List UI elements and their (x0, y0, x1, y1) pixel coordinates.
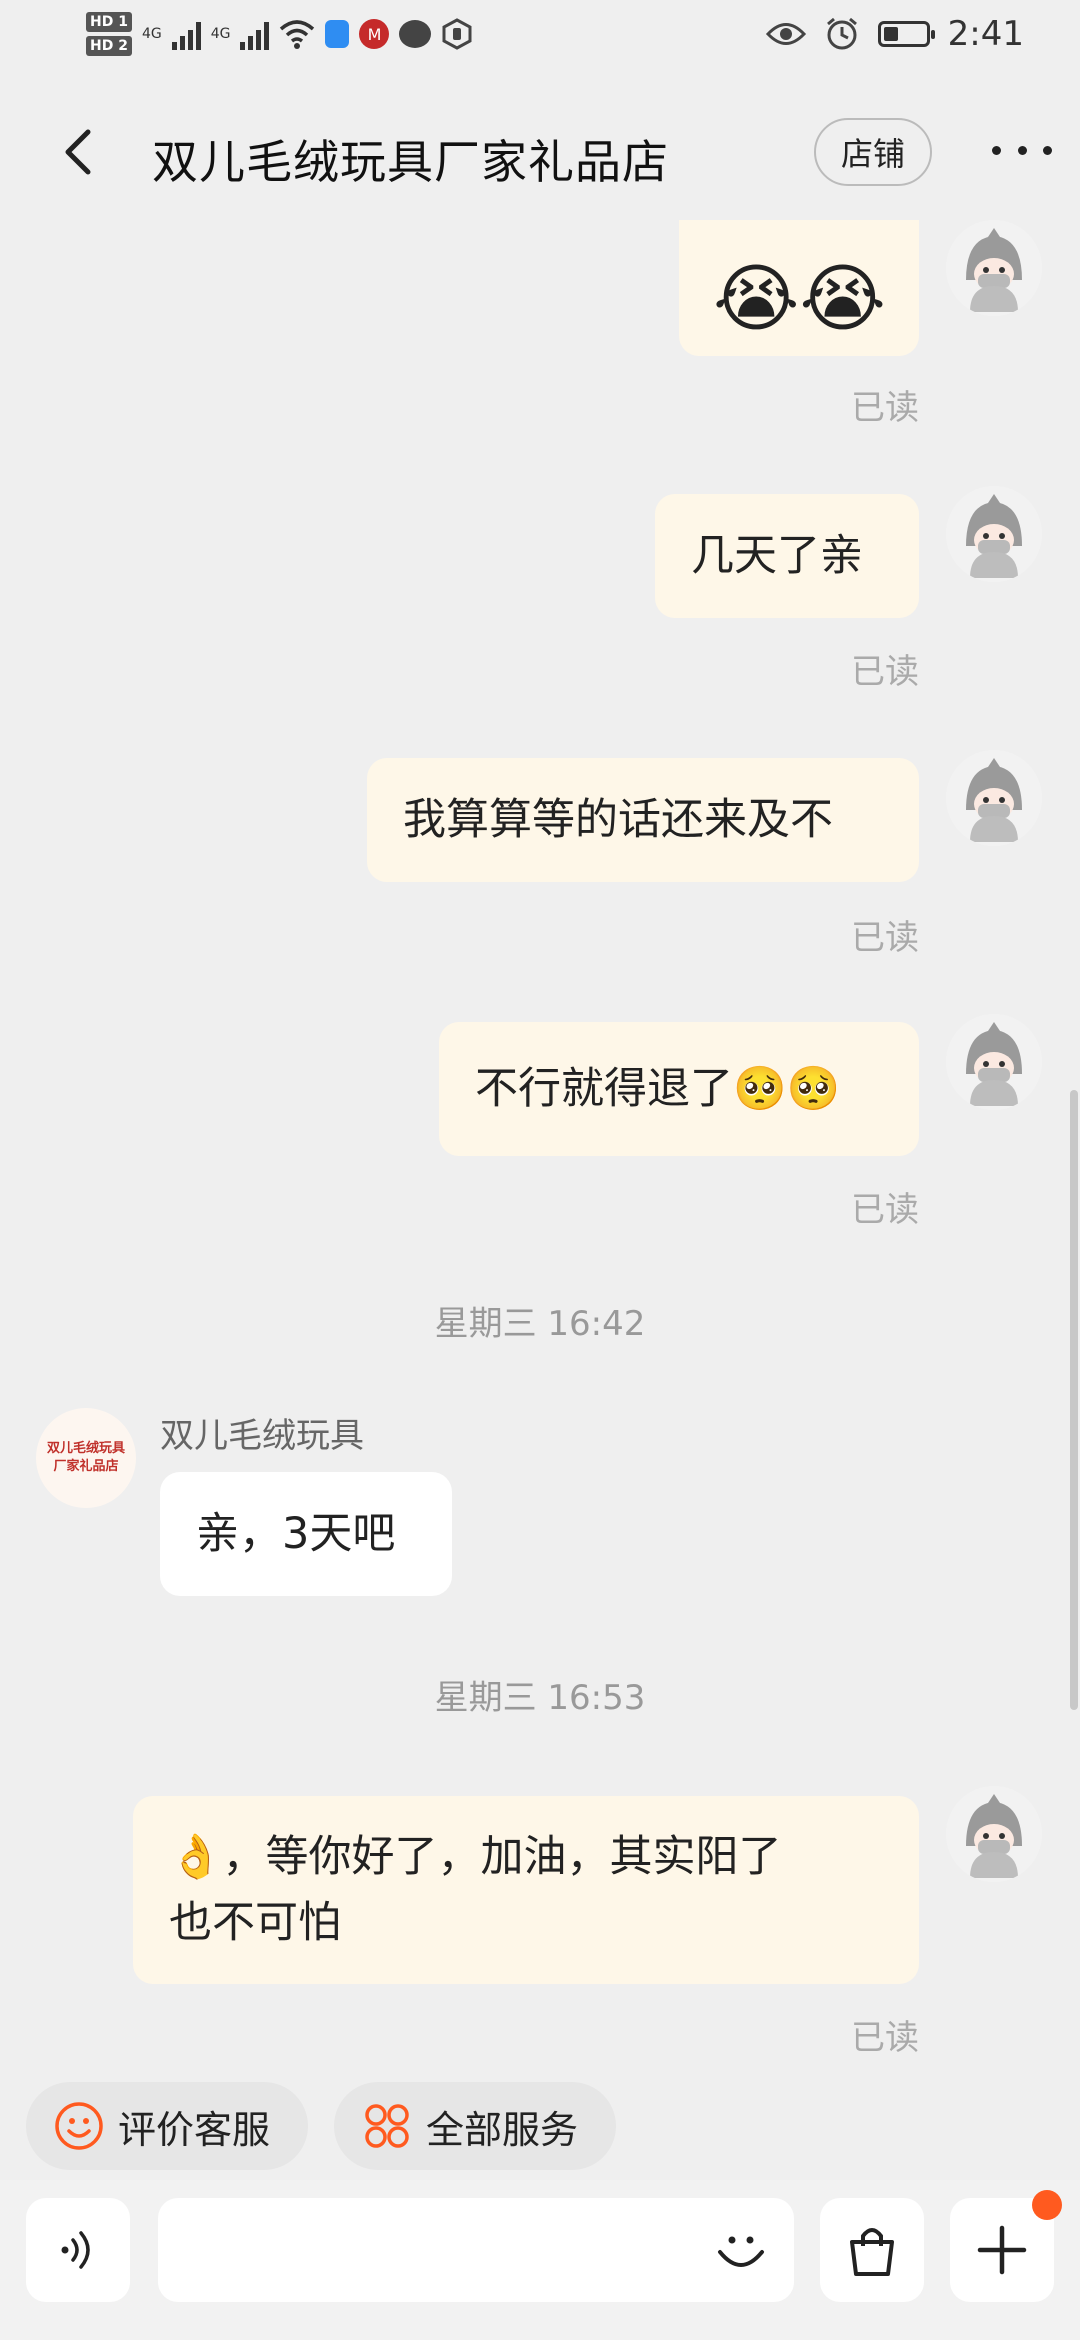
message-bubble-incoming[interactable]: 亲，3天吧 (160, 1472, 452, 1596)
network2-label: 4G (210, 26, 231, 42)
timestamp: 星期三 16:53 (434, 1678, 646, 1718)
signal-icon (171, 18, 201, 50)
all-services-button[interactable]: 全部服务 (334, 2082, 616, 2170)
message-bubble-outgoing[interactable]: 😭😭 (679, 220, 919, 356)
shop-button[interactable]: 店铺 (814, 118, 932, 186)
sim2-badge: HD 2 (86, 36, 132, 56)
rate-service-button[interactable]: 评价客服 (26, 2082, 308, 2170)
plus-icon (977, 2225, 1027, 2275)
alarm-icon (826, 17, 857, 50)
sim1-badge: HD 1 (86, 12, 132, 32)
message-text-line: 👌，等你好了，加油，其实阳了 (169, 1832, 782, 1882)
read-status: 已读 (851, 388, 919, 428)
shop-avatar-text: 双儿毛绒玩具厂家礼品店 (46, 1441, 125, 1474)
hand-icon (442, 18, 472, 50)
message-input-field[interactable] (158, 2198, 794, 2304)
timestamp: 星期三 16:42 (434, 1304, 646, 1344)
message-bubble-outgoing[interactable]: 不行就得退了🥺🥺 (439, 1022, 919, 1156)
message-bubble-outgoing[interactable]: 几天了亲 (655, 494, 919, 618)
input-bar (0, 2180, 1080, 2340)
read-status: 已读 (851, 652, 919, 692)
app-icon: M (359, 19, 390, 49)
shopping-bag-button[interactable] (820, 2198, 924, 2302)
network1-label: 4G (141, 26, 162, 42)
battery-icon (877, 21, 935, 47)
voice-icon (61, 2231, 90, 2269)
read-status: 已读 (851, 2018, 919, 2058)
shield-icon (325, 20, 350, 48)
message-icon (399, 20, 432, 48)
status-bar: HD 1 HD 2 4G 4G M 2:41 (0, 0, 1080, 80)
scrollbar[interactable] (1070, 1090, 1078, 1710)
signal-icon (240, 18, 270, 50)
all-services-label: 全部服务 (426, 2107, 579, 2152)
message-text: 几天了亲 (691, 531, 863, 581)
message-text: 不行就得退了🥺🥺 (475, 1064, 841, 1114)
rate-service-label: 评价客服 (118, 2107, 271, 2152)
notification-dot (1032, 2190, 1062, 2220)
avatar[interactable] (946, 220, 1042, 316)
grid-icon (365, 2104, 409, 2148)
avatar[interactable] (946, 486, 1042, 582)
clock: 2:41 (947, 14, 1024, 54)
shop-avatar[interactable]: 双儿毛绒玩具厂家礼品店 (36, 1408, 136, 1508)
message-text: 亲，3天吧 (196, 1509, 396, 1559)
message-text: 😭😭 (713, 256, 886, 342)
message-bubble-outgoing[interactable]: 👌，等你好了，加油，其实阳了 也不可怕 (133, 1796, 919, 1984)
read-status: 已读 (851, 918, 919, 958)
avatar[interactable] (946, 1014, 1042, 1110)
avatar[interactable] (946, 750, 1042, 846)
eye-icon (765, 23, 806, 45)
sender-name: 双儿毛绒玩具 (160, 1416, 364, 1456)
message-input[interactable] (178, 2198, 662, 2304)
message-text: 我算算等的话还来及不 (403, 795, 833, 845)
back-arrow-icon[interactable] (50, 122, 110, 182)
avatar[interactable] (946, 1786, 1042, 1882)
emoji-button-icon[interactable] (710, 2220, 772, 2282)
message-text-line: 也不可怕 (169, 1898, 341, 1948)
voice-button[interactable] (26, 2198, 130, 2302)
chat-area[interactable]: 😭😭 已读 几天了亲 已读 我算算等的话还来及不 已读 不行就得退了🥺🥺 已读 … (0, 220, 1080, 2070)
more-dots-icon[interactable] (992, 130, 1052, 170)
message-bubble-outgoing[interactable]: 我算算等的话还来及不 (367, 758, 919, 882)
sim-indicators: HD 1 HD 2 (86, 12, 132, 56)
read-status: 已读 (851, 1190, 919, 1230)
smile-icon (55, 2102, 103, 2150)
chat-header: 双儿毛绒玩具厂家礼品店 店铺 (0, 100, 1080, 210)
status-right: 2:41 (765, 14, 1024, 54)
plus-button[interactable] (950, 2190, 1062, 2302)
wifi-icon (280, 20, 315, 49)
page-title: 双儿毛绒玩具厂家礼品店 (152, 135, 669, 189)
status-left: HD 1 HD 2 4G 4G M (86, 12, 473, 56)
shopping-bag-icon (850, 2228, 894, 2276)
